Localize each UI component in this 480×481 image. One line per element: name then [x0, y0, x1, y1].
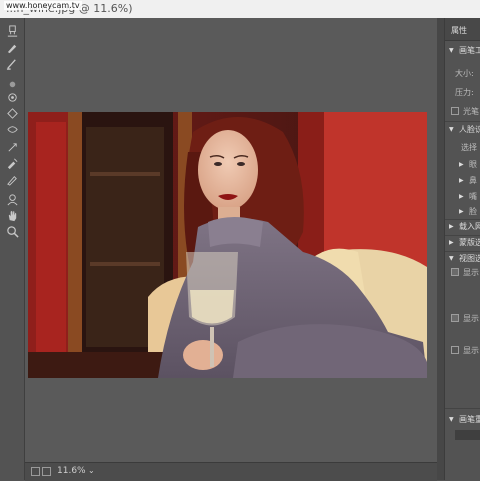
mouth-group[interactable]: 嘴: [469, 191, 477, 202]
show-option-checkbox[interactable]: [451, 346, 459, 354]
collapse-triangle-icon[interactable]: ▼: [449, 416, 454, 423]
freeze-mask-icon[interactable]: [4, 156, 20, 170]
nose-group[interactable]: 鼻: [469, 175, 477, 186]
reconstruct-field[interactable]: [455, 430, 480, 440]
separator: [445, 219, 480, 220]
expand-triangle-icon[interactable]: ▶: [459, 193, 464, 200]
separator: [445, 408, 480, 409]
pucker-icon[interactable]: [4, 106, 20, 120]
zoom-dropdown-icon[interactable]: ⌄: [88, 466, 95, 475]
clone-stamp-icon[interactable]: [4, 24, 20, 38]
separator: [445, 251, 480, 252]
canvas-area[interactable]: [25, 18, 437, 462]
tool-bar: [0, 18, 25, 480]
show-option-checkbox[interactable]: [451, 314, 459, 322]
face-tool-icon[interactable]: [4, 192, 20, 206]
thaw-mask-icon[interactable]: [4, 172, 20, 186]
expand-triangle-icon[interactable]: ▶: [449, 239, 454, 246]
pencil-icon[interactable]: [4, 56, 20, 70]
zoom-in-button[interactable]: [42, 467, 51, 476]
push-left-icon[interactable]: [4, 140, 20, 154]
load-mesh-section[interactable]: 载入网: [459, 221, 480, 232]
separator: [445, 235, 480, 236]
hand-icon[interactable]: [4, 208, 20, 222]
zoom-out-button[interactable]: [31, 467, 40, 476]
expand-triangle-icon[interactable]: ▶: [449, 223, 454, 230]
panel-divider[interactable]: [437, 18, 444, 480]
show-option-label: 显示: [463, 314, 479, 323]
bloat-icon[interactable]: [4, 90, 20, 104]
watermark-text: www.honeycam.tv: [4, 1, 82, 10]
view-options-section[interactable]: 视图选: [459, 253, 480, 264]
photo-preview[interactable]: [28, 112, 427, 378]
pen-pressure-checkbox[interactable]: [451, 107, 459, 115]
brush-icon[interactable]: [4, 40, 20, 54]
zoom-icon[interactable]: [4, 224, 20, 238]
eyes-group[interactable]: 眼: [469, 159, 477, 170]
show-option-label: 显示: [463, 346, 479, 355]
collapse-triangle-icon[interactable]: ▼: [449, 126, 454, 133]
expand-triangle-icon[interactable]: ▶: [459, 208, 464, 215]
select-face-label: 选择: [461, 143, 477, 152]
pressure-label: 压力:: [455, 88, 474, 97]
expand-triangle-icon[interactable]: ▶: [459, 161, 464, 168]
zoom-level[interactable]: 11.6%: [57, 466, 86, 476]
show-option-label: 显示: [463, 268, 479, 277]
properties-panel: 属性 ▼ 画笔工 大小: 压力: 光笔 ▼ 人脸识 选择 ▶ 眼 ▶ 鼻 ▶ 嘴…: [444, 18, 480, 480]
pen-pressure-label: 光笔: [463, 107, 479, 116]
show-option-checkbox[interactable]: [451, 268, 459, 276]
face-aware-section[interactable]: 人脸识: [459, 124, 480, 135]
collapse-triangle-icon[interactable]: ▼: [449, 255, 454, 262]
properties-tab-label: 属性: [451, 26, 467, 35]
face-shape-group[interactable]: 脸: [469, 206, 477, 217]
separator: [445, 121, 480, 122]
size-label: 大小:: [455, 69, 474, 78]
brush-reconstruct-section[interactable]: 画笔重: [459, 414, 480, 425]
blur-icon[interactable]: [4, 76, 20, 90]
mask-options-section[interactable]: 蒙版选: [459, 237, 480, 248]
brush-tool-section[interactable]: 画笔工: [459, 45, 480, 56]
expand-triangle-icon[interactable]: ▶: [459, 177, 464, 184]
status-bar: 11.6% ⌄: [25, 462, 437, 481]
collapse-triangle-icon[interactable]: ▼: [449, 47, 454, 54]
properties-tab[interactable]: 属性: [445, 18, 480, 41]
twirl-icon[interactable]: [4, 122, 20, 136]
title-bar: ...h_wine.jpg @ 11.6%) www.honeycam.tv: [0, 0, 480, 19]
